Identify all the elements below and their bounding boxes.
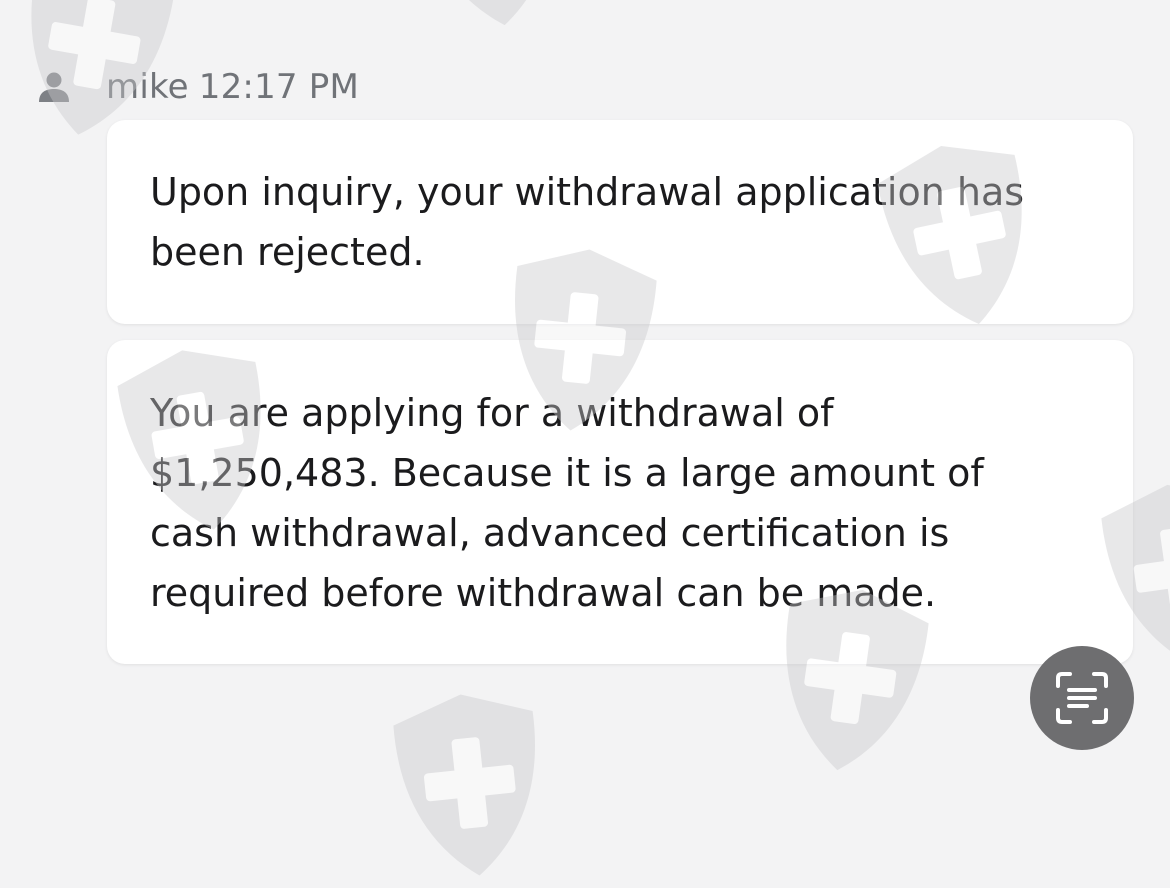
message-bubble: Upon inquiry, your withdrawal applicatio… bbox=[107, 120, 1133, 324]
message-text: Upon inquiry, your withdrawal applicatio… bbox=[150, 170, 1025, 274]
shield-cross-icon bbox=[390, 687, 550, 883]
message-header: mike 12:17 PM bbox=[36, 62, 359, 112]
shield-cross-icon bbox=[409, 0, 575, 35]
scan-text-button[interactable] bbox=[1030, 646, 1134, 750]
scan-text-icon bbox=[1056, 672, 1108, 724]
message-time: 12:17 PM bbox=[198, 67, 359, 107]
person-icon bbox=[39, 72, 69, 102]
message-bubble: You are applying for a withdrawal of $1,… bbox=[107, 340, 1133, 664]
sender-name: mike bbox=[106, 67, 189, 107]
message-text: You are applying for a withdrawal of $1,… bbox=[150, 391, 984, 615]
avatar bbox=[36, 69, 72, 105]
sender-line: mike 12:17 PM bbox=[106, 67, 359, 107]
